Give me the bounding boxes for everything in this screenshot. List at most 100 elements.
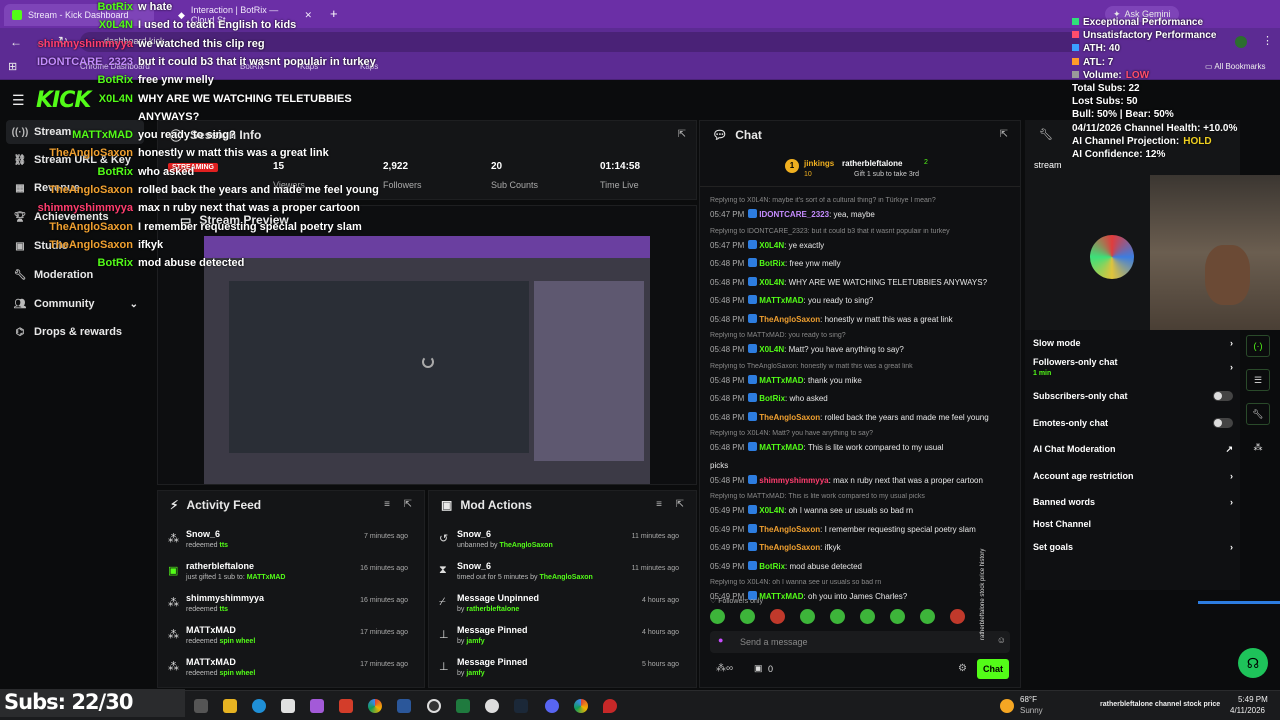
emote-icon[interactable] <box>710 609 725 624</box>
message-username[interactable]: TheAngloSaxon <box>759 525 820 534</box>
taskbar: Subs: 22/30 68°F Sunny ratherbleftalone … <box>0 689 1280 720</box>
message-username[interactable]: BotRix <box>759 259 785 268</box>
rank-badge-icon: 1 <box>785 159 799 173</box>
stat-text: AI Channel Projection: <box>1072 135 1180 147</box>
feed-name: ratherbleftalone <box>186 561 255 571</box>
chat-input[interactable]: ● Send a message ☺ <box>710 631 1010 653</box>
overlay-text: I remember requesting special poetry sla… <box>138 220 362 233</box>
filter-icon[interactable]: ≡ <box>384 499 390 510</box>
setting-label: Emotes-only chat <box>1033 418 1109 428</box>
feed-time: 11 minutes ago <box>631 533 679 540</box>
sidebar-item-drops[interactable]: ⌬ Drops & rewards <box>6 320 144 344</box>
video-sidebar-thumbs <box>534 281 644 461</box>
support-headset-button[interactable]: ☊ <box>1238 648 1268 678</box>
user-badge-icon <box>748 411 758 421</box>
loading-spinner-icon <box>422 356 434 368</box>
popout-icon[interactable]: ⇱ <box>1000 129 1008 140</box>
message-text: max n ruby next that was a proper cartoo… <box>833 475 983 485</box>
emote-icon[interactable] <box>770 609 785 624</box>
emote-icon[interactable] <box>740 609 755 624</box>
word-icon[interactable] <box>397 699 411 713</box>
stat-text: AI Confidence: 12% <box>1072 149 1166 160</box>
set-goals-row[interactable]: Set goals › <box>1033 536 1233 558</box>
progress-line <box>1198 601 1280 604</box>
copilot-icon[interactable] <box>310 699 324 713</box>
message-username[interactable]: TheAngloSaxon <box>759 543 820 552</box>
message-time: 05:48 PM <box>710 277 745 287</box>
stat-extra: HOLD <box>1183 135 1212 147</box>
emotes-only-toggle[interactable] <box>1213 418 1233 428</box>
xbox-icon[interactable] <box>456 699 470 713</box>
emote-icon[interactable] <box>860 609 875 624</box>
discord-icon[interactable] <box>545 699 559 713</box>
feed-sub: redeemed spin wheel <box>186 638 255 645</box>
account-age-row[interactable]: Account age restriction › <box>1033 465 1233 487</box>
stat-line: 04/11/2026 Channel Health: +10.0% <box>1072 123 1237 134</box>
banned-words-row[interactable]: Banned words › <box>1033 491 1233 513</box>
maps-pin-icon[interactable] <box>603 699 617 713</box>
message-username[interactable]: MATTxMAD <box>759 296 803 305</box>
send-chat-button[interactable]: Chat <box>977 659 1009 679</box>
edge-icon[interactable] <box>252 699 266 713</box>
gear-icon[interactable]: ⚙︎ <box>958 663 967 674</box>
message-username[interactable]: X0L4N <box>759 241 784 250</box>
user-badge-icon <box>748 542 758 551</box>
steam-icon[interactable] <box>514 699 528 713</box>
list-tool-icon[interactable]: ☰ <box>1246 369 1270 391</box>
emote-icon[interactable] <box>890 609 905 624</box>
emote-icon[interactable] <box>830 609 845 624</box>
overlay-text: ANYWAYS? <box>138 110 200 123</box>
points-icon: ▣ <box>754 663 763 673</box>
message-username[interactable]: TheAngloSaxon <box>759 315 820 324</box>
message-username[interactable]: IDONTCARE_2323 <box>759 210 829 219</box>
legend-swatch <box>1072 70 1079 78</box>
store-icon[interactable] <box>281 699 295 713</box>
powerpoint-icon[interactable] <box>339 699 353 713</box>
message-username[interactable]: shimmyshimmyya <box>759 476 828 485</box>
sidebar-item-community[interactable]: 👥︎ Community ⌄ <box>6 292 144 316</box>
legend-swatch <box>1072 31 1079 39</box>
pokeball-icon[interactable] <box>485 699 499 713</box>
folder-icon[interactable] <box>223 699 237 713</box>
message-username[interactable]: BotRix <box>759 562 785 571</box>
feed-sub: just gifted 1 sub to: MATTxMAD <box>186 574 285 581</box>
wrench-tool-icon[interactable]: 🔧︎ <box>1246 403 1270 425</box>
chat-panel: 💬︎ Chat ⇱ 1 jinkings 10 ratherbleftalone … <box>699 120 1021 688</box>
slow-mode-row[interactable]: Slow mode › <box>1033 332 1233 354</box>
emote-icon[interactable] <box>920 609 935 624</box>
stat-time-live: 01:14:58 Time Live <box>600 161 640 190</box>
settings-dots-icon[interactable]: ⁂∞ <box>716 663 733 674</box>
emote-icon[interactable] <box>800 609 815 624</box>
ai-moderation-row[interactable]: AI Chat Moderation ↗ <box>1033 438 1233 460</box>
obs-icon[interactable] <box>427 699 441 713</box>
chrome-icon[interactable] <box>368 699 382 713</box>
message-username[interactable]: X0L4N <box>759 345 784 354</box>
emote-icon[interactable] <box>950 609 965 624</box>
broadcast-tool-icon[interactable]: (·) <box>1246 335 1270 357</box>
chrome-active-icon[interactable] <box>574 699 588 713</box>
host-channel-row[interactable]: Host Channel <box>1033 513 1233 535</box>
people-tool-icon[interactable]: ⁂ <box>1246 437 1270 459</box>
overlay-chat: BotRix w hate X0L4N I used to teach English… <box>0 0 420 280</box>
overlay-text: who asked <box>138 165 195 178</box>
message-username[interactable]: X0L4N <box>759 278 784 287</box>
popout-icon[interactable]: ⇱ <box>678 129 686 140</box>
message-username[interactable]: BotRix <box>759 394 785 403</box>
feed-time: 11 minutes ago <box>631 565 679 572</box>
message-username[interactable]: X0L4N <box>759 506 784 515</box>
filter-icon[interactable]: ≡ <box>656 499 662 510</box>
message-username[interactable]: TheAngloSaxon <box>759 413 820 422</box>
feed-highlight: jamfy <box>466 670 485 677</box>
task-view-icon[interactable] <box>194 699 208 713</box>
message-username[interactable]: MATTxMAD <box>759 592 803 601</box>
followers-only-row[interactable]: Followers-only chat 1 min › <box>1033 356 1233 378</box>
stat-line: Total Subs: 22 <box>1072 83 1140 94</box>
overlay-chat-line: BotRix free ynw melly <box>0 74 214 86</box>
message-username[interactable]: MATTxMAD <box>759 443 803 452</box>
message-username[interactable]: MATTxMAD <box>759 376 803 385</box>
subscribers-only-toggle[interactable] <box>1213 391 1233 401</box>
emoji-icon[interactable]: ☺ <box>997 635 1006 645</box>
popout-icon[interactable]: ⇱ <box>404 499 412 510</box>
chat-message: 05:49 PM BotRix: mod abuse detected <box>710 560 1010 571</box>
popout-icon[interactable]: ⇱ <box>676 499 684 510</box>
